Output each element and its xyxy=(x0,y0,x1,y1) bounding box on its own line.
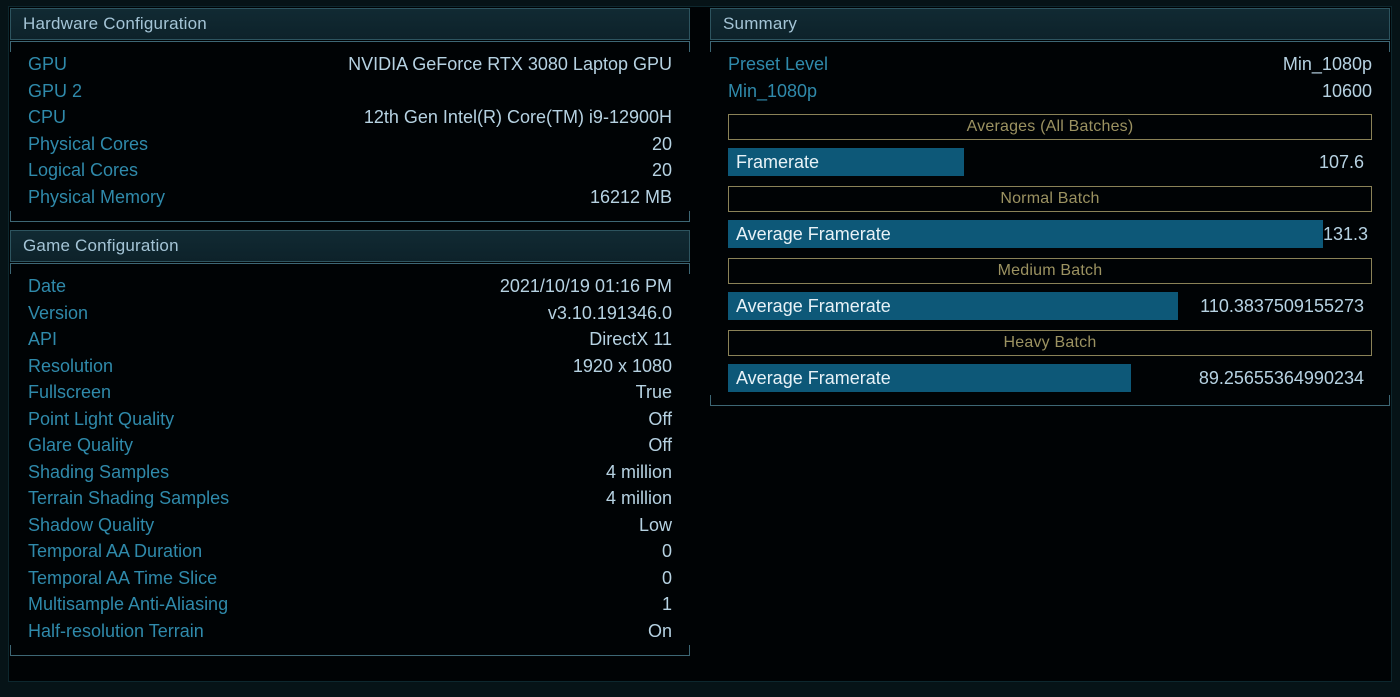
row-label: Point Light Quality xyxy=(28,408,175,429)
row-value: Off xyxy=(648,408,672,429)
benchmark-results-window: Hardware Configuration GPU NVIDIA GeForc… xyxy=(0,0,1400,697)
row-value: NVIDIA GeForce RTX 3080 Laptop GPU xyxy=(348,54,672,74)
row-value: 0 xyxy=(661,567,672,588)
batch-heading-normal: Normal Batch xyxy=(728,186,1372,212)
table-row: Multisample Anti-Aliasing 1 xyxy=(28,591,672,618)
row-value: DirectX 11 xyxy=(589,329,672,349)
row-value: 4 million xyxy=(605,461,672,482)
row-value: 0 xyxy=(661,541,672,561)
framerate-bar-value: 89.25655364990234 xyxy=(1198,368,1364,388)
framerate-bar-value: 110.3837509155273 xyxy=(1200,296,1364,316)
row-value: 1920 x 1080 xyxy=(572,355,672,376)
left-column: Hardware Configuration GPU NVIDIA GeForc… xyxy=(10,8,690,680)
row-label: Shading Samples xyxy=(28,461,170,482)
row-label: Min_1080p xyxy=(728,80,818,101)
batch-heading-averages: Averages (All Batches) xyxy=(728,114,1372,140)
row-value: 16212 MB xyxy=(589,186,672,207)
table-row: Temporal AA Duration 0 xyxy=(28,538,672,565)
row-label: Version xyxy=(28,302,89,323)
framerate-bar-row: Average Framerate 89.25655364990234 xyxy=(728,364,1372,392)
batch-heading-label: Medium Batch xyxy=(997,262,1103,279)
framerate-bar-label: Average Framerate xyxy=(736,368,891,388)
framerate-bar-label: Framerate xyxy=(736,152,820,172)
framerate-bar-label: Average Framerate xyxy=(736,296,891,316)
row-label: Temporal AA Time Slice xyxy=(28,567,218,588)
table-row: Physical Cores 20 xyxy=(28,131,672,158)
row-label: Half-resolution Terrain xyxy=(28,620,204,641)
batch-heading-heavy: Heavy Batch xyxy=(728,330,1372,356)
row-value: v3.10.191346.0 xyxy=(547,302,672,323)
framerate-bar-row: Framerate 107.6 xyxy=(728,148,1372,176)
table-row: Min_1080p 10600 xyxy=(728,78,1372,105)
game-configuration-header: Game Configuration xyxy=(10,230,690,262)
game-configuration-title: Game Configuration xyxy=(23,236,179,255)
row-value: 20 xyxy=(651,160,672,180)
row-label: API xyxy=(28,329,58,349)
row-label: Glare Quality xyxy=(28,435,134,455)
row-label: Physical Cores xyxy=(28,133,149,154)
batch-heading-label: Normal Batch xyxy=(1000,190,1100,207)
row-value: Min_1080p xyxy=(1282,54,1372,74)
row-label: Shadow Quality xyxy=(28,514,155,535)
row-value: 20 xyxy=(651,133,672,154)
hardware-configuration-box: GPU NVIDIA GeForce RTX 3080 Laptop GPU G… xyxy=(10,41,690,222)
table-row: Temporal AA Time Slice 0 xyxy=(28,565,672,592)
row-label: Resolution xyxy=(28,355,114,376)
table-row: Terrain Shading Samples 4 million xyxy=(28,485,672,512)
table-row: CPU 12th Gen Intel(R) Core(TM) i9-12900H xyxy=(28,104,672,131)
row-value: 2021/10/19 01:16 PM xyxy=(499,276,672,296)
summary-header: Summary xyxy=(710,8,1390,40)
table-row: Date 2021/10/19 01:16 PM xyxy=(28,273,672,300)
row-label: Logical Cores xyxy=(28,160,139,180)
right-column: Summary Preset Level Min_1080p Min_1080p… xyxy=(710,8,1390,680)
row-label: Temporal AA Duration xyxy=(28,541,203,561)
row-value: On xyxy=(647,620,672,641)
summary-box: Preset Level Min_1080p Min_1080p 10600 A… xyxy=(710,41,1390,406)
row-label: Multisample Anti-Aliasing xyxy=(28,594,229,614)
table-row: Logical Cores 20 xyxy=(28,157,672,184)
row-label: Date xyxy=(28,276,67,296)
table-row: Glare Quality Off xyxy=(28,432,672,459)
hardware-configuration-title: Hardware Configuration xyxy=(23,14,207,33)
table-row: Fullscreen True xyxy=(28,379,672,406)
results-columns: Hardware Configuration GPU NVIDIA GeForc… xyxy=(10,8,1390,680)
framerate-bar-row: Average Framerate 110.3837509155273 xyxy=(728,292,1372,320)
table-row: GPU NVIDIA GeForce RTX 3080 Laptop GPU xyxy=(28,51,672,78)
row-value: True xyxy=(635,382,672,402)
table-row: Resolution 1920 x 1080 xyxy=(28,353,672,380)
row-label: Terrain Shading Samples xyxy=(28,488,230,508)
batch-heading-label: Averages (All Batches) xyxy=(966,118,1134,135)
row-label: CPU xyxy=(28,107,67,127)
table-row: Point Light Quality Off xyxy=(28,406,672,433)
row-value: Low xyxy=(638,514,672,535)
batch-heading-medium: Medium Batch xyxy=(728,258,1372,284)
batch-heading-label: Heavy Batch xyxy=(1003,334,1097,351)
table-row: Shading Samples 4 million xyxy=(28,459,672,486)
row-value: 12th Gen Intel(R) Core(TM) i9-12900H xyxy=(363,107,672,127)
row-label: Physical Memory xyxy=(28,186,166,207)
framerate-bar-row: Average Framerate 131.3 xyxy=(728,220,1372,248)
row-label: GPU 2 xyxy=(28,80,83,101)
row-label: Preset Level xyxy=(728,54,829,74)
table-row: Version v3.10.191346.0 xyxy=(28,300,672,327)
row-label: GPU xyxy=(28,54,68,74)
framerate-bar-label: Average Framerate xyxy=(736,224,891,244)
table-row: API DirectX 11 xyxy=(28,326,672,353)
table-row: Preset Level Min_1080p xyxy=(728,51,1372,78)
table-row: Physical Memory 16212 MB xyxy=(28,184,672,211)
row-value: 4 million xyxy=(605,488,672,508)
row-value: Off xyxy=(648,435,672,455)
row-value: 1 xyxy=(661,594,672,614)
summary-title: Summary xyxy=(723,14,798,33)
hardware-configuration-header: Hardware Configuration xyxy=(10,8,690,40)
table-row: GPU 2 xyxy=(28,78,672,105)
row-label: Fullscreen xyxy=(28,382,112,402)
table-row: Shadow Quality Low xyxy=(28,512,672,539)
framerate-bar-value: 131.3 xyxy=(1323,224,1369,244)
table-row: Half-resolution Terrain On xyxy=(28,618,672,645)
row-value: 10600 xyxy=(1321,80,1372,101)
game-configuration-box: Date 2021/10/19 01:16 PM Version v3.10.1… xyxy=(10,263,690,656)
framerate-bar-value: 107.6 xyxy=(1318,152,1364,172)
